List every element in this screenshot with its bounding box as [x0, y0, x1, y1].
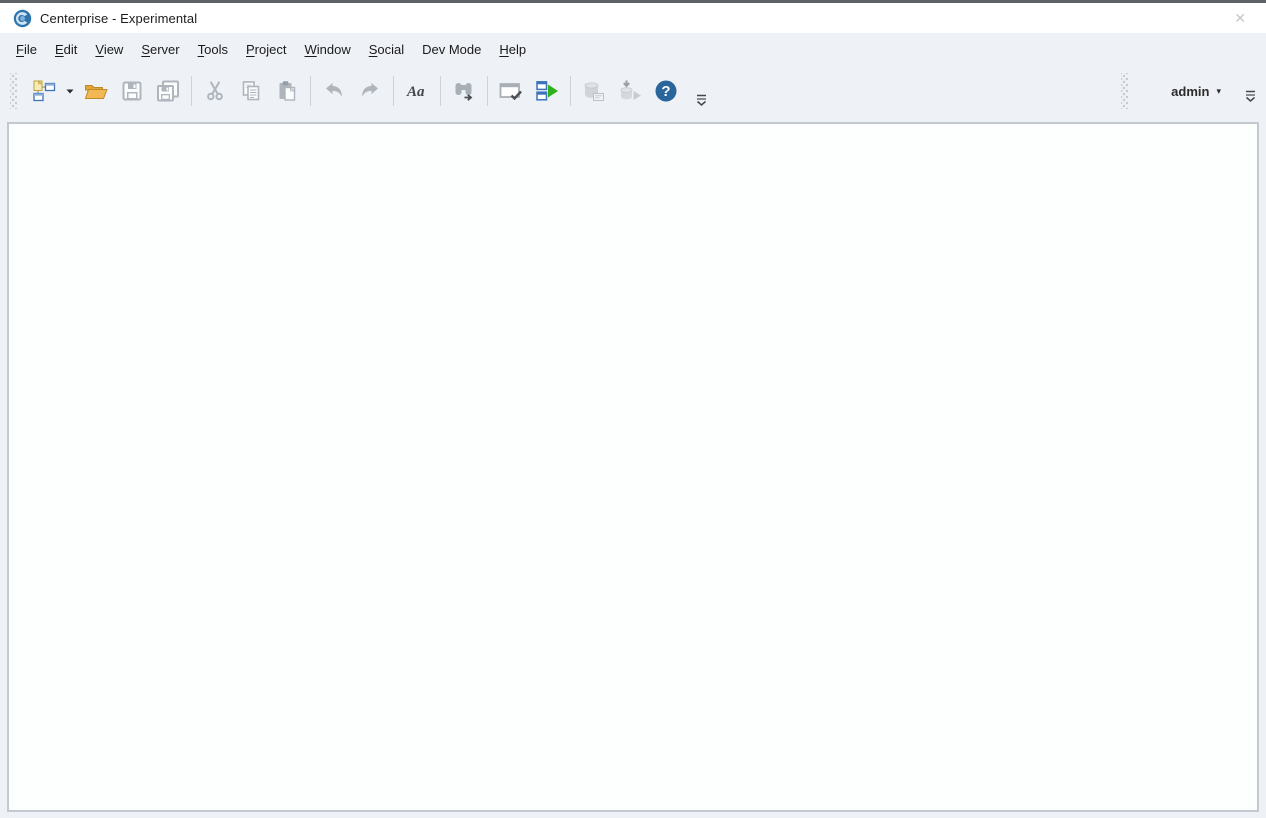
verify-window-button[interactable] [493, 73, 529, 109]
document-workspace[interactable] [7, 122, 1259, 812]
toolbar-grip-handle[interactable] [10, 73, 17, 109]
copy-button[interactable] [233, 73, 269, 109]
font-icon: Aa [405, 79, 429, 103]
toolbar-separator [487, 76, 488, 106]
caret-down-button[interactable] [62, 73, 78, 109]
menu-item-file[interactable]: File [7, 35, 46, 64]
menubar: FileEditViewServerToolsProjectWindowSoci… [0, 33, 1266, 66]
user-menu-button[interactable]: admin ▾ [1165, 80, 1227, 103]
toolbar-separator [440, 76, 441, 106]
menu-item-social[interactable]: Social [360, 35, 413, 64]
toolbar-separator [393, 76, 394, 106]
save-button[interactable] [114, 73, 150, 109]
toolbar-overflow-icon [696, 95, 707, 110]
verify-window-icon [498, 79, 524, 103]
help-icon: ? [654, 79, 678, 103]
cut-icon [203, 79, 227, 103]
redo-icon [358, 79, 382, 103]
menu-item-project[interactable]: Project [237, 35, 295, 64]
caret-down-icon [65, 86, 75, 96]
user-toolbar-grip-handle[interactable] [1121, 73, 1128, 109]
paste-icon [275, 79, 299, 103]
run-flow-icon [534, 79, 560, 103]
caret-down-icon: ▾ [1216, 86, 1221, 97]
menu-item-tools[interactable]: Tools [189, 35, 237, 64]
font-button[interactable]: Aa [399, 73, 435, 109]
find-button[interactable] [446, 73, 482, 109]
menu-item-edit[interactable]: Edit [46, 35, 86, 64]
database-job-icon [581, 79, 607, 103]
undo-button[interactable] [316, 73, 352, 109]
paste-button[interactable] [269, 73, 305, 109]
menu-item-dev-mode[interactable]: Dev Mode [413, 35, 490, 64]
toolbar-overflow-icon [1245, 91, 1256, 106]
toolbar-separator [570, 76, 571, 106]
run-flow-button[interactable] [529, 73, 565, 109]
user-menu-label: admin [1171, 84, 1209, 99]
toolbar: Aa ? [0, 66, 1266, 122]
copy-icon [239, 79, 263, 103]
database-job-button[interactable] [576, 73, 612, 109]
menu-item-view[interactable]: View [86, 35, 132, 64]
undo-icon [322, 79, 346, 103]
toolbar-overflow-button[interactable] [694, 92, 709, 112]
svg-text:Aa: Aa [406, 84, 425, 100]
user-toolbar-overflow-button[interactable] [1243, 88, 1258, 108]
titlebar: Centerprise - Experimental ✕ [0, 3, 1266, 33]
help-button[interactable]: ? [648, 73, 684, 109]
window-title: Centerprise - Experimental [40, 11, 197, 26]
svg-text:?: ? [661, 83, 670, 100]
menu-item-window[interactable]: Window [295, 35, 359, 64]
toolbar-buttons: Aa ? [26, 73, 684, 109]
toolbar-separator [310, 76, 311, 106]
open-folder-button[interactable] [78, 73, 114, 109]
deploy-run-icon [617, 79, 643, 103]
close-button[interactable]: ✕ [1230, 9, 1250, 27]
save-all-button[interactable] [150, 73, 186, 109]
menu-item-server[interactable]: Server [132, 35, 188, 64]
open-folder-icon [83, 79, 109, 103]
menu-item-help[interactable]: Help [490, 35, 535, 64]
cut-button[interactable] [197, 73, 233, 109]
app-logo-icon [13, 9, 32, 28]
toolbar-separator [191, 76, 192, 106]
deploy-run-button[interactable] [612, 73, 648, 109]
new-flow-icon [32, 79, 56, 103]
save-all-icon [155, 79, 181, 103]
toolbar-right-cluster: admin ▾ [1121, 73, 1258, 109]
new-flow-button[interactable] [26, 73, 62, 109]
save-icon [120, 79, 144, 103]
find-icon [452, 79, 476, 103]
redo-button[interactable] [352, 73, 388, 109]
